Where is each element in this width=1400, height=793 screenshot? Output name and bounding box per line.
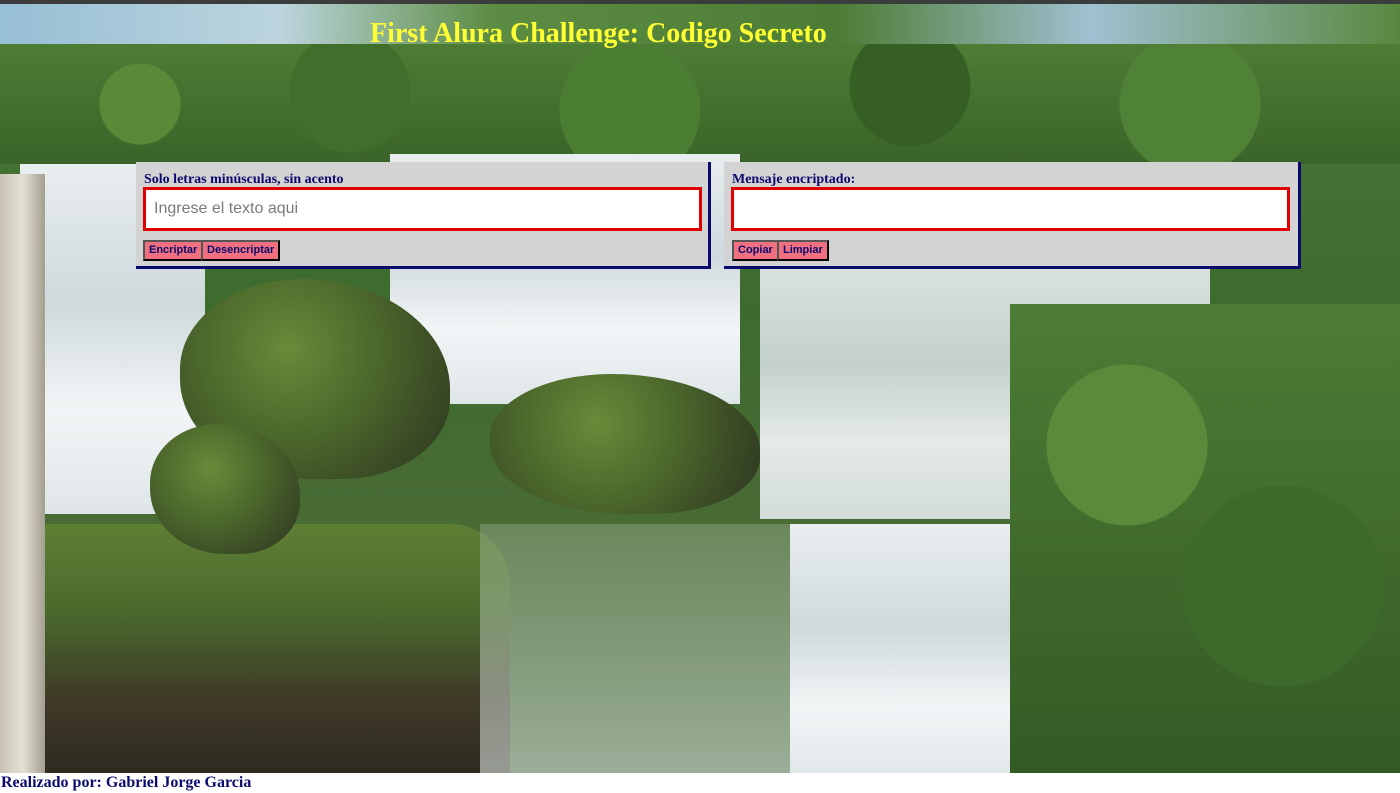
input-panel: Solo letras minúsculas, sin acento Encri… [136, 162, 711, 269]
background-forest [1010, 304, 1400, 773]
background-canopy [0, 44, 1400, 164]
copy-button[interactable]: Copiar [732, 240, 779, 261]
background-waterfall [790, 524, 1030, 773]
background-cliff [30, 524, 510, 773]
waterfall-background-image: First Alura Challenge: Codigo Secreto So… [0, 4, 1400, 773]
clear-button[interactable]: Limpiar [777, 240, 829, 261]
encrypted-output-field[interactable] [731, 187, 1290, 231]
background-tree-trunk [0, 174, 45, 773]
page-footer: Realizado por: Gabriel Jorge Garcia [0, 773, 1400, 793]
author-credit: Realizado por: Gabriel Jorge Garcia [1, 774, 252, 791]
text-input[interactable] [143, 187, 702, 231]
input-label: Solo letras minúsculas, sin acento [144, 172, 344, 187]
decrypt-button[interactable]: Desencriptar [201, 240, 281, 261]
output-panel: Mensaje encriptado: Copiar Limpiar [724, 162, 1301, 269]
encrypt-button[interactable]: Encriptar [143, 240, 204, 261]
page-title: First Alura Challenge: Codigo Secreto [370, 18, 827, 49]
background-mist [480, 524, 800, 773]
output-label: Mensaje encriptado: [732, 172, 856, 187]
